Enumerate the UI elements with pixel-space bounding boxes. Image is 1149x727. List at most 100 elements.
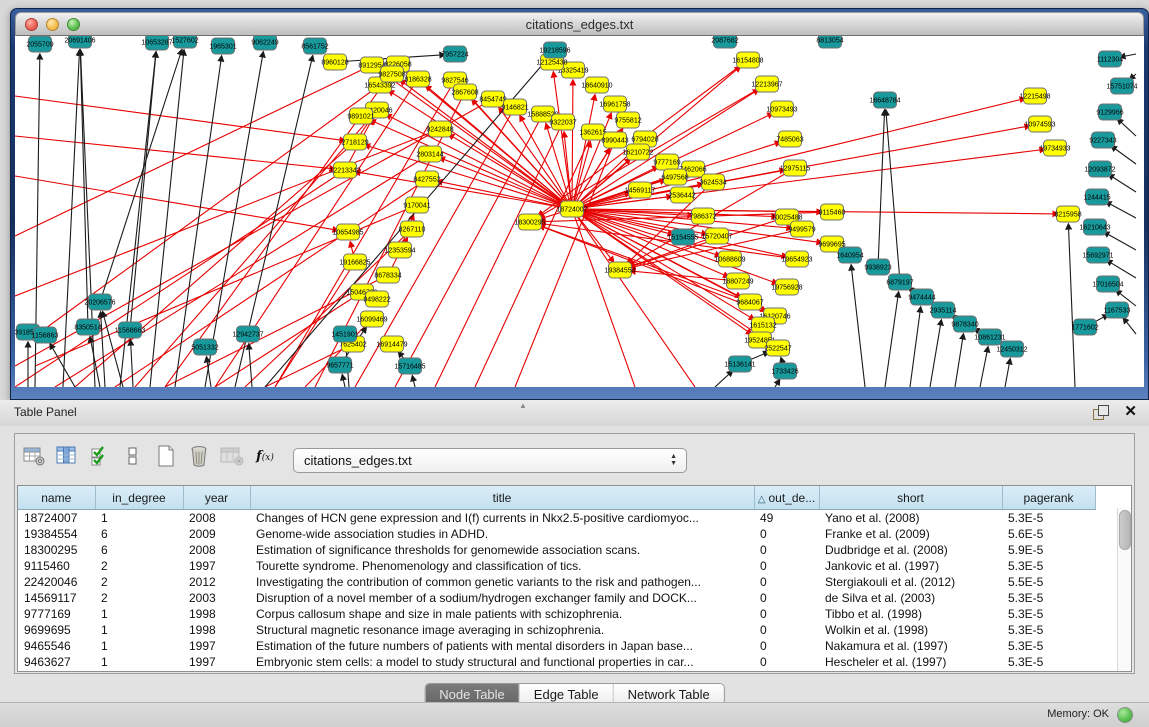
cell-short[interactable]: Dudbridge et al. (2008): [819, 542, 1002, 558]
create-table-icon[interactable]: [153, 444, 179, 468]
cell-title[interactable]: Estimation of the future numbers of pati…: [250, 638, 754, 654]
graph-node-16210643[interactable]: 16210643: [1079, 219, 1110, 235]
graph-node-1167533[interactable]: 1167533: [1104, 302, 1131, 318]
graph-node-15751074[interactable]: 15751074: [1106, 78, 1137, 94]
cell-year[interactable]: 1998: [183, 606, 250, 622]
cell-out[interactable]: 0: [754, 526, 819, 542]
graph-node-18807249[interactable]: 18807249: [722, 273, 753, 289]
graph-node-9242848[interactable]: 9242848: [426, 121, 453, 137]
graph-node-10654985[interactable]: 10654985: [332, 224, 363, 240]
cell-out[interactable]: 0: [754, 542, 819, 558]
cell-pr[interactable]: 5.3E-5: [1002, 558, 1095, 574]
graph-node-1451901[interactable]: 1451901: [331, 326, 358, 342]
network-table-select[interactable]: citations_edges.txt ▲▼: [293, 448, 687, 473]
cell-year[interactable]: 1997: [183, 638, 250, 654]
graph-node-12353594[interactable]: 12353594: [384, 242, 415, 258]
graph-node-9657771[interactable]: 9657771: [326, 357, 353, 373]
graph-node-1771602[interactable]: 1771602: [1071, 319, 1098, 335]
graph-node-2803144[interactable]: 2803144: [416, 146, 443, 162]
graph-node-9062249[interactable]: 9062249: [251, 36, 278, 50]
graph-node-18300295[interactable]: 18300295: [514, 214, 545, 230]
column-header-short[interactable]: short: [819, 486, 1002, 510]
cell-indeg[interactable]: 1: [95, 622, 183, 638]
cell-title[interactable]: Tourette syndrome. Phenomenology and cla…: [250, 558, 754, 574]
graph-node-6879197[interactable]: 6879197: [886, 274, 913, 290]
graph-node-17016504[interactable]: 17016504: [1092, 276, 1123, 292]
network-canvas[interactable]: 1872400718300295193845541221334227181292…: [15, 36, 1144, 387]
graph-node-8186328[interactable]: 8186328: [404, 71, 431, 87]
graph-node-9115460[interactable]: 9115460: [819, 204, 846, 220]
graph-node-2935114[interactable]: 2935114: [930, 302, 957, 318]
graph-node-8427552[interactable]: 8427552: [413, 171, 440, 187]
cell-name[interactable]: 9463627: [18, 654, 95, 670]
graph-node-8267110[interactable]: 8267110: [399, 221, 426, 237]
graph-node-9129966[interactable]: 9129966: [1096, 104, 1123, 120]
graph-node-16648784[interactable]: 16648784: [869, 92, 900, 108]
cell-pr[interactable]: 5.3E-5: [1002, 622, 1095, 638]
graph-node-12215498[interactable]: 12215498: [1019, 88, 1050, 104]
cell-title[interactable]: Genome-wide association studies in ADHD.: [250, 526, 754, 542]
graph-node-2522547[interactable]: 2522547: [764, 340, 791, 356]
graph-node-1640954[interactable]: 1640954: [836, 247, 863, 263]
graph-node-9499579[interactable]: 9499579: [788, 221, 815, 237]
graph-node-1156863[interactable]: 1156863: [32, 327, 59, 343]
cell-indeg[interactable]: 2: [95, 590, 183, 606]
cell-indeg[interactable]: 1: [95, 638, 183, 654]
cell-name[interactable]: 9777169: [18, 606, 95, 622]
graph-node-11568663[interactable]: 11568663: [115, 322, 146, 338]
graph-node-8813054[interactable]: 8813054: [816, 36, 843, 48]
cell-name[interactable]: 22420046: [18, 574, 95, 590]
graph-node-7986372[interactable]: 7986372: [689, 208, 716, 224]
graph-node-2055709[interactable]: 2055709: [26, 36, 53, 52]
table-settings-icon[interactable]: [21, 444, 47, 468]
graph-node-1527602[interactable]: 1527602: [171, 36, 198, 48]
graph-node-10653287[interactable]: 10653287: [141, 36, 172, 50]
graph-node-1733426[interactable]: 1733426: [771, 363, 798, 379]
table-row[interactable]: 946362711997Embryonic stem cells: a mode…: [18, 654, 1115, 670]
table-scrollbar-thumb[interactable]: [1119, 510, 1131, 550]
cell-short[interactable]: Jankovic et al. (1997): [819, 558, 1002, 574]
graph-node-8990443[interactable]: 8990443: [601, 132, 628, 148]
graph-node-10974593[interactable]: 10974593: [1024, 116, 1055, 132]
cell-pr[interactable]: 5.3E-5: [1002, 654, 1095, 670]
graph-node-10688609[interactable]: 10688609: [714, 251, 745, 267]
graph-node-8960128[interactable]: 8960128: [321, 54, 348, 70]
graph-node-9227343[interactable]: 9227343: [1089, 132, 1116, 148]
cell-short[interactable]: Yano et al. (2008): [819, 510, 1002, 527]
table-row[interactable]: 1456911722003Disruption of a novel membe…: [18, 590, 1115, 606]
graph-node-1965301[interactable]: 1965301: [209, 38, 236, 54]
graph-node-18724007[interactable]: 18724007: [556, 201, 587, 217]
show-hide-columns-icon[interactable]: [54, 444, 80, 468]
table-row[interactable]: 1938455462009Genome-wide association stu…: [18, 526, 1115, 542]
cell-year[interactable]: 1997: [183, 654, 250, 670]
cell-pr[interactable]: 5.6E-5: [1002, 526, 1095, 542]
column-header-name[interactable]: name: [18, 486, 95, 510]
graph-node-20206576[interactable]: 20206576: [84, 294, 115, 310]
graph-node-16914479[interactable]: 16914479: [376, 336, 407, 352]
cell-out[interactable]: 0: [754, 574, 819, 590]
graph-node-7957224[interactable]: 7957224: [441, 46, 468, 62]
graph-node-9498222[interactable]: 9498222: [363, 291, 390, 307]
graph-node-9474444[interactable]: 9474444: [908, 289, 935, 305]
delete-table-icon[interactable]: [186, 444, 212, 468]
graph-node-19654923[interactable]: 19654923: [781, 251, 812, 267]
graph-node-8561752[interactable]: 8561752: [301, 38, 328, 54]
graph-node-9684067[interactable]: 9684067: [736, 294, 763, 310]
graph-node-2867608[interactable]: 2867608: [451, 84, 478, 100]
graph-node-2718129[interactable]: 2718129: [341, 134, 368, 150]
graph-node-15692971[interactable]: 15692971: [1082, 247, 1113, 263]
graph-node-20691406[interactable]: 20691406: [64, 36, 95, 48]
cell-pr[interactable]: 5.9E-5: [1002, 542, 1095, 558]
cell-out[interactable]: 0: [754, 606, 819, 622]
graph-node-2087682[interactable]: 2087682: [711, 36, 738, 48]
cell-name[interactable]: 19384554: [18, 526, 95, 542]
graph-node-12213342[interactable]: 12213342: [329, 162, 360, 178]
graph-node-8678334[interactable]: 8678334: [374, 267, 401, 283]
graph-node-16961758[interactable]: 16961758: [599, 96, 630, 112]
cell-title[interactable]: Disruption of a novel member of a sodium…: [250, 590, 754, 606]
cell-indeg[interactable]: 2: [95, 574, 183, 590]
table-row[interactable]: 946554611997Estimation of the future num…: [18, 638, 1115, 654]
cell-name[interactable]: 18724007: [18, 510, 95, 527]
graph-node-14569117[interactable]: 14569117: [625, 182, 656, 198]
cell-name[interactable]: 18300295: [18, 542, 95, 558]
